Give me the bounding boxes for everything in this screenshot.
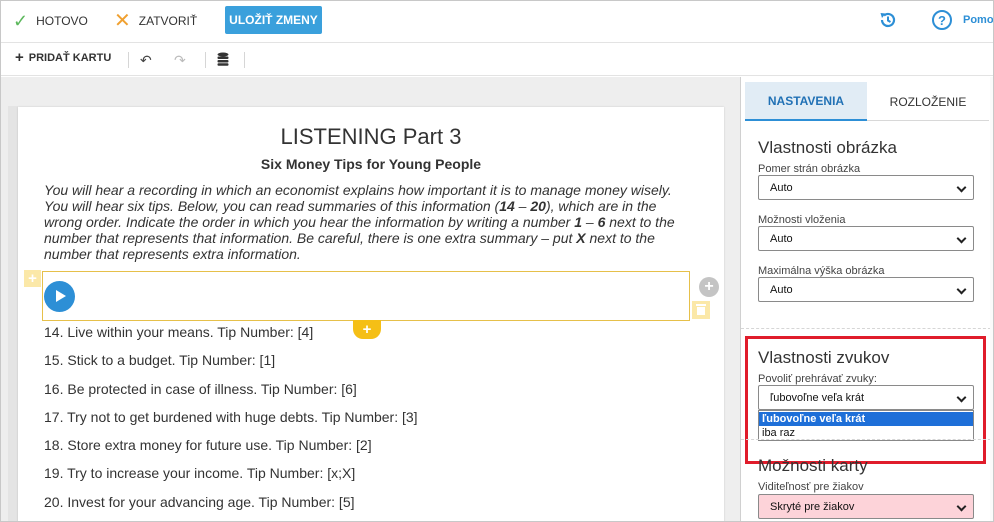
- help-label: Pomo: [963, 14, 994, 26]
- main-toolbar: ✓ HOTOVO ✕ ZATVORIŤ ULOŽIŤ ZMENY ? Pomo: [1, 1, 994, 43]
- panel-tabs: NASTAVENIA ROZLOŽENIE: [745, 82, 989, 121]
- history-button[interactable]: [877, 9, 899, 31]
- card-options-title: Možnosti karty: [758, 456, 868, 475]
- instruction-text: You will hear a recording in which an ec…: [44, 182, 675, 262]
- page-title: LISTENING Part 3: [280, 124, 462, 149]
- allow-play-select[interactable]: ľubovoľne veľa krát: [758, 385, 974, 410]
- toolbar-divider: [205, 52, 206, 68]
- visibility-label: Viditeľnosť pre žiakov: [758, 481, 864, 493]
- app-window: ✓ HOTOVO ✕ ZATVORIŤ ULOŽIŤ ZMENY ? Pomo …: [0, 0, 994, 522]
- add-block-button[interactable]: +: [699, 277, 719, 297]
- database-icon: [217, 52, 229, 66]
- insert-options-label: Možnosti vloženia: [758, 214, 846, 226]
- check-icon: ✓: [13, 11, 29, 31]
- chevron-down-icon: [956, 501, 967, 512]
- chevron-down-icon: [956, 284, 967, 295]
- close-label: ZATVORIŤ: [138, 14, 198, 28]
- list-item: 20. Invest for your advancing age. Tip N…: [44, 493, 355, 510]
- redo-button[interactable]: ↷: [174, 52, 186, 69]
- done-label: HOTOVO: [36, 14, 88, 28]
- undo-icon: ↶: [140, 52, 152, 68]
- tab-layout[interactable]: ROZLOŽENIE: [867, 82, 989, 121]
- help-button[interactable]: ? Pomo: [932, 9, 994, 31]
- editor-canvas: LISTENING Part 3 Six Money Tips for Youn…: [1, 77, 740, 521]
- max-height-select[interactable]: Auto: [758, 277, 974, 302]
- chevron-down-icon: [956, 233, 967, 244]
- chevron-down-icon: [956, 182, 967, 193]
- image-properties-title: Vlastnosti obrázka: [758, 138, 897, 157]
- toolbar-divider: [128, 52, 129, 68]
- add-element-button[interactable]: +: [24, 270, 41, 287]
- chevron-down-icon: [956, 392, 967, 403]
- option-unlimited[interactable]: ľubovoľne veľa krát: [759, 412, 973, 426]
- canvas-side-strip: [8, 106, 18, 521]
- allow-play-options: ľubovoľne veľa krát iba raz: [758, 410, 974, 441]
- plus-icon: +: [704, 278, 714, 295]
- help-icon: ?: [932, 10, 952, 30]
- close-icon: ✕: [114, 10, 131, 32]
- list-item: 17. Try not to get burdened with huge de…: [44, 408, 418, 425]
- insert-options-select[interactable]: Auto: [758, 226, 974, 251]
- trash-icon[interactable]: [692, 301, 710, 319]
- option-once[interactable]: iba raz: [759, 426, 973, 440]
- undo-button[interactable]: ↶: [140, 52, 152, 69]
- allow-play-label: Povoliť prehrávať zvuky:: [758, 373, 877, 385]
- add-card-label: PRIDAŤ KARTU: [28, 52, 112, 64]
- add-card-button[interactable]: + PRIDAŤ KARTU: [15, 49, 112, 66]
- list-item: 19. Try to increase your income. Tip Num…: [44, 465, 356, 482]
- panel-scrollbar[interactable]: [990, 77, 993, 521]
- aspect-ratio-label: Pomer strán obrázka: [758, 163, 861, 175]
- toolbar-divider: [244, 52, 245, 68]
- visibility-select[interactable]: Skryté pre žiakov: [758, 494, 974, 519]
- card-page[interactable]: LISTENING Part 3 Six Money Tips for Youn…: [18, 107, 724, 521]
- database-button[interactable]: [217, 52, 229, 71]
- plus-icon: +: [15, 49, 24, 66]
- secondary-toolbar: + PRIDAŤ KARTU ↶ ↷: [1, 44, 993, 76]
- list-item: 15. Stick to a budget. Tip Number: [1]: [44, 352, 276, 369]
- audio-element[interactable]: [42, 271, 690, 321]
- redo-icon: ↷: [174, 52, 186, 68]
- max-height-label: Maximálna výška obrázka: [758, 265, 885, 277]
- save-changes-button[interactable]: ULOŽIŤ ZMENY: [225, 6, 322, 34]
- answer-list: 14. Live within your means. Tip Number: …: [44, 323, 418, 521]
- done-button[interactable]: ✓ HOTOVO: [13, 10, 88, 32]
- settings-panel: NASTAVENIA ROZLOŽENIE Vlastnosti obrázka…: [740, 77, 993, 521]
- list-item: 14. Live within your means. Tip Number: …: [44, 324, 314, 340]
- plus-icon: +: [28, 270, 37, 287]
- list-item: 16. Be protected in case of illness. Tip…: [44, 380, 357, 397]
- section-divider: [741, 439, 993, 440]
- play-icon[interactable]: [44, 281, 75, 312]
- aspect-ratio-select[interactable]: Auto: [758, 175, 974, 200]
- section-divider: [741, 328, 993, 329]
- close-button[interactable]: ✕ ZATVORIŤ: [114, 10, 197, 32]
- page-subtitle: Six Money Tips for Young People: [260, 156, 482, 172]
- sound-properties-title: Vlastnosti zvukov: [758, 348, 890, 367]
- history-icon: [880, 12, 896, 28]
- tab-settings[interactable]: NASTAVENIA: [745, 82, 867, 121]
- list-item: 18. Store extra money for future use. Ti…: [44, 437, 372, 454]
